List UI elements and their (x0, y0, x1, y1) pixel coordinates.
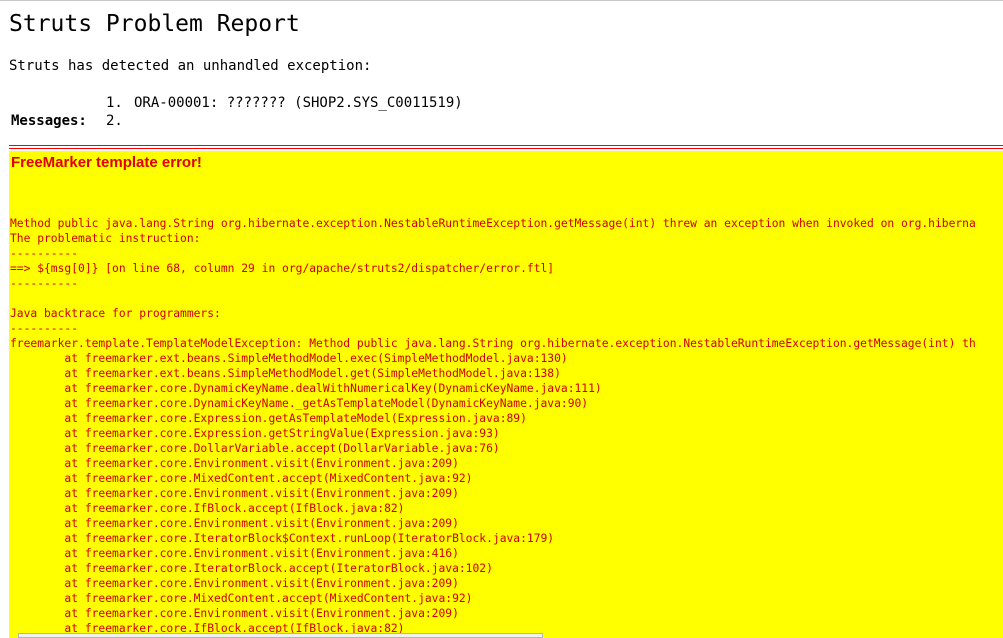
stack-trace-line: ---------- (10, 322, 79, 335)
stack-trace-line (10, 291, 976, 306)
error-divider (9, 145, 1003, 146)
stack-trace-line: The problematic instruction: (10, 232, 201, 245)
stack-trace-line: at freemarker.core.IteratorBlock.accept(… (10, 562, 493, 575)
window-top-border (0, 0, 1003, 1)
stack-trace-line: at freemarker.core.Environment.visit(Env… (10, 517, 459, 530)
stack-trace-line: at freemarker.core.MixedContent.accept(M… (10, 472, 473, 485)
stack-trace-line: at freemarker.ext.beans.SimpleMethodMode… (10, 367, 561, 380)
stack-trace-line: at freemarker.core.Expression.getStringV… (10, 427, 500, 440)
stack-trace-line: at freemarker.core.Environment.visit(Env… (10, 607, 459, 620)
message-number: 2. (106, 113, 123, 129)
stack-trace-line: at freemarker.ext.beans.SimpleMethodMode… (10, 352, 568, 365)
horizontal-scrollbar[interactable] (18, 633, 543, 638)
stack-trace-line: ==> ${msg[0]} [on line 68, column 29 in … (10, 262, 555, 275)
message-text: ORA-00001: ??????? (SHOP2.SYS_C0011519) (134, 95, 463, 111)
messages-label: Messages: (11, 113, 87, 129)
message-number: 1. (106, 95, 123, 111)
stack-trace-line: at freemarker.core.IfBlock.accept(IfBloc… (10, 502, 405, 515)
stack-trace-line: at freemarker.core.IteratorBlock$Context… (10, 532, 555, 545)
intro-text: Struts has detected an unhandled excepti… (9, 58, 372, 74)
stack-trace-line: at freemarker.core.DynamicKeyName.dealWi… (10, 382, 602, 395)
stack-trace: Method public java.lang.String org.hiber… (10, 216, 976, 636)
stack-trace-line: at freemarker.core.Environment.visit(Env… (10, 457, 459, 470)
stack-trace-line: at freemarker.core.Environment.visit(Env… (10, 547, 459, 560)
freemarker-error-heading: FreeMarker template error! (11, 154, 202, 171)
stack-trace-line: freemarker.template.TemplateModelExcepti… (10, 337, 976, 350)
stack-trace-line: at freemarker.core.Environment.visit(Env… (10, 487, 459, 500)
stack-trace-line: Method public java.lang.String org.hiber… (10, 217, 976, 230)
stack-trace-line: ---------- (10, 277, 79, 290)
stack-trace-line: Java backtrace for programmers: (10, 307, 221, 320)
error-divider (9, 148, 1003, 149)
stack-trace-line: ---------- (10, 247, 79, 260)
stack-trace-line: at freemarker.core.Expression.getAsTempl… (10, 412, 527, 425)
freemarker-error-panel: FreeMarker template error! Method public… (9, 151, 1003, 638)
stack-trace-line: at freemarker.core.DollarVariable.accept… (10, 442, 500, 455)
stack-trace-line: at freemarker.core.MixedContent.accept(M… (10, 592, 473, 605)
stack-trace-line: at freemarker.core.DynamicKeyName._getAs… (10, 397, 589, 410)
page-title: Struts Problem Report (9, 11, 300, 37)
stack-trace-line: at freemarker.core.Environment.visit(Env… (10, 577, 459, 590)
